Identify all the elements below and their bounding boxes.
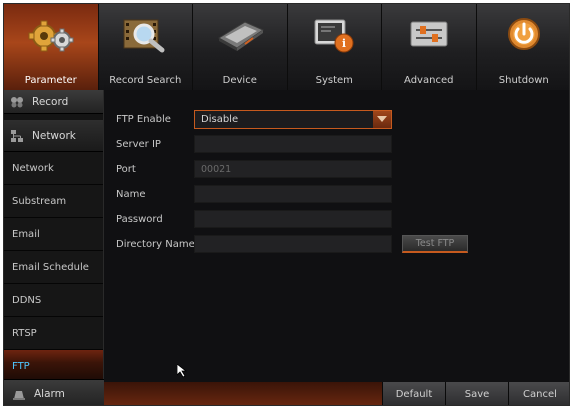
save-button[interactable]: Save (445, 382, 508, 405)
name-label: Name (116, 188, 146, 200)
chevron-down-icon (373, 110, 391, 128)
sidebar-item-label: Email (12, 228, 40, 240)
port-label: Port (116, 163, 136, 175)
directory-name-label: Directory Name (116, 238, 195, 250)
sidebar-item-label: RTSP (12, 327, 37, 339)
sidebar-item-substream[interactable]: Substream (4, 185, 103, 218)
tab-parameter[interactable]: Parameter (4, 4, 99, 90)
ftp-enable-row: FTP Enable Disable (116, 109, 392, 129)
tab-system[interactable]: i System (288, 4, 382, 90)
bottom-action-bar: Default Save Cancel (104, 382, 569, 405)
ftp-enable-select[interactable]: Disable (194, 109, 392, 129)
sidebar-group-alarm[interactable]: Alarm (4, 379, 104, 405)
directory-name-field[interactable] (194, 235, 392, 253)
sidebar-group-label: Network (32, 129, 76, 142)
network-icon (10, 129, 24, 143)
password-field[interactable] (194, 210, 392, 228)
sidebar-item-rtsp[interactable]: RTSP (4, 317, 103, 350)
sidebar: Record Network Network Substream Email E… (4, 90, 104, 405)
hard-drive-icon (215, 16, 265, 55)
tab-device[interactable]: Device (193, 4, 288, 90)
name-field[interactable] (194, 185, 392, 203)
ftp-enable-label: FTP Enable (116, 113, 171, 125)
sidebar-item-label: Network (12, 162, 54, 174)
tab-label: Shutdown (498, 75, 549, 86)
server-ip-label: Server IP (116, 138, 161, 150)
test-ftp-button[interactable]: Test FTP (402, 235, 468, 253)
power-icon (506, 16, 542, 55)
name-row: Name (116, 185, 392, 203)
tab-label: System (315, 75, 353, 86)
cancel-button[interactable]: Cancel (508, 382, 569, 405)
port-field[interactable]: 00021 (194, 160, 392, 178)
sidebar-group-label: Record (32, 95, 69, 108)
password-label: Password (116, 213, 163, 225)
sidebar-item-network[interactable]: Network (4, 152, 103, 185)
sliders-icon (408, 16, 450, 55)
tab-label: Parameter (24, 75, 77, 86)
gears-icon (27, 16, 75, 59)
sidebar-item-email-schedule[interactable]: Email Schedule (4, 251, 103, 284)
password-row: Password (116, 210, 392, 228)
sidebar-item-label: Substream (12, 195, 67, 207)
sidebar-item-label: Email Schedule (12, 261, 89, 273)
directory-row: Directory Name (116, 235, 392, 253)
main-toolbar: Parameter Record Search Device i System … (4, 4, 570, 90)
sidebar-item-email[interactable]: Email (4, 218, 103, 251)
default-button[interactable]: Default (382, 382, 445, 405)
sidebar-group-label: Alarm (34, 387, 65, 400)
dvr-settings-window: Parameter Record Search Device i System … (3, 3, 570, 406)
monitor-info-icon: i (313, 16, 355, 57)
sidebar-group-network[interactable]: Network (4, 120, 103, 152)
sidebar-item-ddns[interactable]: DDNS (4, 284, 103, 317)
mouse-pointer-icon (176, 363, 189, 381)
tab-record-search[interactable]: Record Search (99, 4, 193, 90)
sidebar-item-label: DDNS (12, 294, 42, 306)
alarm-icon (12, 388, 26, 400)
port-row: Port 00021 (116, 160, 392, 178)
ftp-enable-value: Disable (201, 113, 239, 125)
tab-label: Device (222, 75, 257, 86)
ftp-settings-panel: FTP Enable Disable Server IP Port 00021 … (104, 90, 569, 380)
record-icon (10, 96, 24, 108)
svg-text:i: i (342, 37, 346, 50)
server-ip-row: Server IP (116, 135, 392, 153)
server-ip-field[interactable] (194, 135, 392, 153)
film-search-icon (122, 16, 168, 57)
sidebar-item-label: FTP (12, 360, 30, 372)
tab-advanced[interactable]: Advanced (382, 4, 477, 90)
tab-label: Advanced (404, 75, 454, 86)
tab-shutdown[interactable]: Shutdown (477, 4, 570, 90)
tab-label: Record Search (109, 75, 182, 86)
sidebar-group-record[interactable]: Record (4, 90, 103, 114)
